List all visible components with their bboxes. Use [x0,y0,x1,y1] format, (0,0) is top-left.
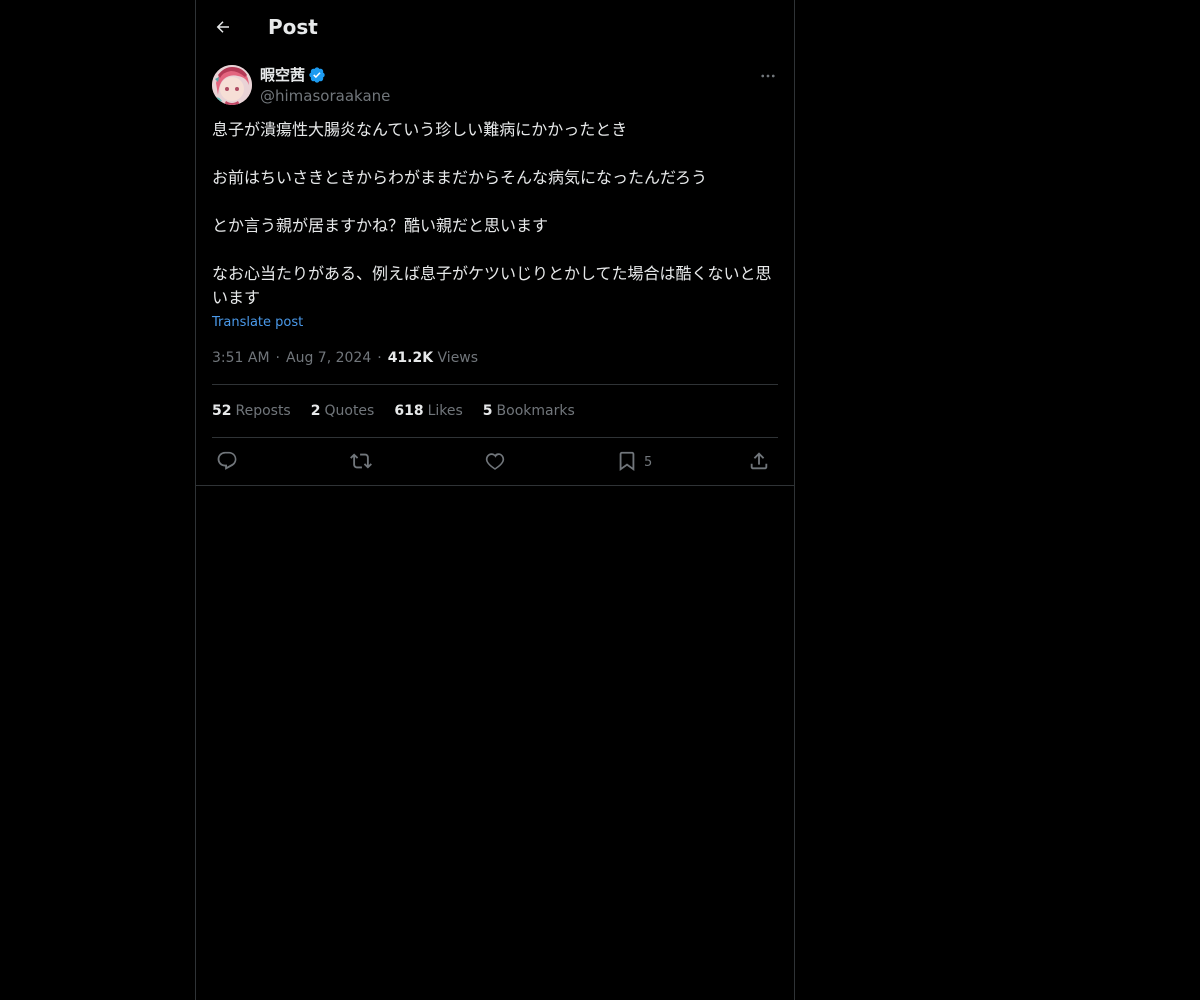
quotes-label: Quotes [324,403,375,419]
bookmark-button[interactable]: 5 [616,447,652,475]
repost-button[interactable] [350,447,372,475]
likes-label: Likes [427,403,463,419]
author-handle[interactable]: @himasoraakane [260,86,390,106]
divider [212,437,778,438]
author-name-row: 暇空茜 [260,64,326,86]
verified-badge-icon [309,67,325,83]
quotes-count: 2 [310,403,321,419]
separator-dot: · [377,350,382,366]
post-bottom-border [196,485,794,486]
post-column: Post 暇空茜 @himasoraakane 息子が潰瘍性大腸炎なんていう珍し… [195,0,795,1000]
post-meta: 3:51 AM · Aug 7, 2024 · 41.2K Views [212,347,478,369]
views-count: 41.2K [387,350,434,366]
post-actions: 5 [212,447,778,475]
post-paragraph: なお心当たりがある、例えば息子がケツいじりとかしてた場合は酷くないと思います [212,264,772,307]
translate-post-link[interactable]: Translate post [212,313,303,333]
more-icon [761,74,775,78]
reply-button[interactable] [216,447,238,475]
like-button[interactable] [484,447,506,475]
post-date[interactable]: Aug 7, 2024 [286,350,371,366]
back-arrow-icon [216,21,229,33]
quotes-stat[interactable]: 2 Quotes [311,403,375,419]
views-label: Views [437,350,479,366]
post-paragraph: お前はちいさきときからわがままだからそんな病気になったんだろう [212,168,708,187]
post-author: 暇空茜 @himasoraakane [212,64,778,108]
reposts-count: 52 [212,403,232,419]
share-button[interactable] [748,447,770,475]
avatar-image [212,65,252,105]
like-icon [485,453,505,470]
separator-dot: · [275,350,280,366]
share-icon [750,452,768,470]
post-time[interactable]: 3:51 AM [212,350,270,366]
likes-count: 618 [394,403,424,419]
reposts-label: Reposts [235,403,291,419]
post-stats: 52 Reposts 2 Quotes 618 Likes 5 Bookmarks [212,400,595,422]
post-paragraph: とか言う親が居ますかね？酷い親だと思います [212,216,549,235]
divider [212,384,778,385]
page-title: Post [268,15,318,39]
bookmark-count: 5 [644,455,653,470]
post-paragraph: 息子が潰瘍性大腸炎なんていう珍しい難病にかかったとき [212,120,628,139]
reposts-stat[interactable]: 52 Reposts [212,403,291,419]
bookmarks-label: Bookmarks [496,403,575,419]
more-button[interactable] [758,66,778,86]
back-button[interactable] [210,14,236,40]
bookmarks-stat[interactable]: 5 Bookmarks [483,403,575,419]
likes-stat[interactable]: 618 Likes [394,403,462,419]
repost-icon [350,453,372,469]
author-name[interactable]: 暇空茜 [260,65,305,85]
bookmark-icon [619,451,635,472]
avatar[interactable] [212,65,252,105]
reply-icon [217,451,237,470]
post-header: Post [196,0,794,54]
bookmarks-count: 5 [482,403,493,419]
post-text: 息子が潰瘍性大腸炎なんていう珍しい難病にかかったとき お前はちいさきときからわが… [212,118,778,310]
